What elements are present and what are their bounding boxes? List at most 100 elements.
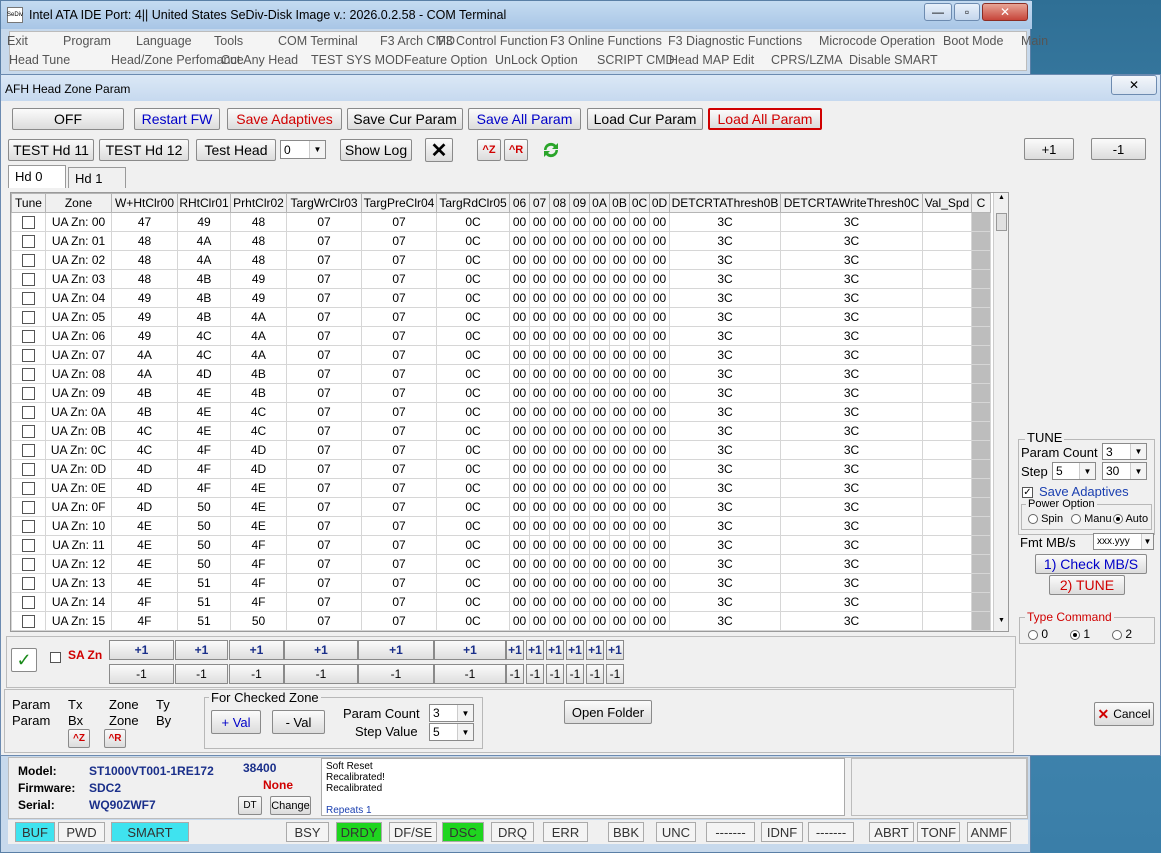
param-cell[interactable]: 4E — [177, 421, 231, 441]
param-cell[interactable]: 00 — [629, 231, 650, 251]
param-cell[interactable]: 07 — [286, 459, 362, 479]
bottom-ctrl-r-button[interactable]: ^R — [104, 729, 126, 748]
dialog-close-button[interactable]: ✕ — [1111, 75, 1157, 95]
param-cell[interactable]: 07 — [286, 478, 362, 498]
param-cell[interactable]: 0C — [436, 326, 510, 346]
param-cell[interactable]: 07 — [286, 288, 362, 308]
param-cell[interactable]: 00 — [569, 478, 590, 498]
param-cell[interactable]: 47 — [111, 212, 178, 232]
tune-checkbox[interactable] — [11, 345, 46, 365]
param-cell[interactable]: 00 — [649, 554, 670, 574]
zone-cell[interactable]: UA Zn: 0B — [45, 421, 112, 441]
column-header[interactable]: TargWrClr03 — [286, 193, 362, 213]
param-cell[interactable]: 3C — [780, 269, 923, 289]
val-spd-cell[interactable] — [922, 212, 972, 232]
val-spd-cell[interactable] — [922, 535, 972, 555]
param-cell[interactable]: 3C — [669, 288, 781, 308]
col-plus-button[interactable]: +1 — [434, 640, 506, 660]
param-cell[interactable]: 07 — [286, 250, 362, 270]
table-row[interactable]: UA Zn: 03 48 4B 49 07 07 0C 00 00 00 00 00 00 00 00 3C 3… — [11, 269, 991, 289]
param-cell[interactable]: 00 — [549, 269, 570, 289]
menu-item[interactable]: Head MAP Edit — [669, 53, 754, 67]
param-cell[interactable]: 3C — [669, 592, 781, 612]
param-cell[interactable]: 00 — [509, 250, 530, 270]
param-cell[interactable]: 4B — [177, 307, 231, 327]
param-cell[interactable]: 00 — [649, 364, 670, 384]
col-plus-button[interactable]: +1 — [586, 640, 604, 660]
param-cell[interactable]: 3C — [669, 535, 781, 555]
param-cell[interactable]: 4E — [177, 383, 231, 403]
table-row[interactable]: UA Zn: 02 48 4A 48 07 07 0C 00 00 00 00 00 00 00 00 3C 3… — [11, 250, 991, 270]
param-cell[interactable]: 07 — [286, 497, 362, 517]
param-cell[interactable]: 4F — [230, 573, 287, 593]
param-cell[interactable]: 00 — [529, 554, 550, 574]
param-cell[interactable]: 3C — [669, 326, 781, 346]
param-cell[interactable]: 07 — [286, 269, 362, 289]
param-cell[interactable]: 48 — [111, 231, 178, 251]
col-minus-button[interactable]: -1 — [546, 664, 564, 684]
param-cell[interactable]: 00 — [589, 592, 610, 612]
param-cell[interactable]: 07 — [361, 440, 437, 460]
param-cell[interactable]: 00 — [529, 592, 550, 612]
param-cell[interactable]: 4B — [111, 383, 178, 403]
show-log-button[interactable]: Show Log — [340, 139, 412, 161]
param-cell[interactable]: 00 — [529, 497, 550, 517]
param-cell[interactable]: 00 — [549, 212, 570, 232]
param-cell[interactable]: 3C — [669, 364, 781, 384]
param-cell[interactable]: 48 — [230, 250, 287, 270]
param-cell[interactable]: 00 — [569, 383, 590, 403]
param-cell[interactable]: 00 — [589, 421, 610, 441]
save-cur-param-button[interactable]: Save Cur Param — [347, 108, 463, 130]
col-plus-button[interactable]: +1 — [526, 640, 544, 660]
param-cell[interactable]: 00 — [549, 611, 570, 631]
open-folder-button[interactable]: Open Folder — [564, 700, 652, 724]
val-spd-cell[interactable] — [922, 554, 972, 574]
maximize-button[interactable]: ▫ — [954, 3, 980, 21]
param-cell[interactable]: 00 — [509, 364, 530, 384]
column-header[interactable]: TargRdClr05 — [436, 193, 510, 213]
param-cell[interactable]: 0C — [436, 288, 510, 308]
type-cmd-1-radio[interactable]: 1 — [1070, 627, 1090, 641]
param-cell[interactable]: 07 — [286, 611, 362, 631]
menu-item[interactable]: F3 Control Function — [438, 34, 548, 48]
tune-checkbox[interactable] — [11, 269, 46, 289]
param-cell[interactable]: 00 — [509, 592, 530, 612]
table-row[interactable]: UA Zn: 14 4F 51 4F 07 07 0C 00 00 00 00 00 00 00 00 3C 3… — [11, 592, 991, 612]
param-cell[interactable]: 4B — [177, 269, 231, 289]
param-cell[interactable]: 0C — [436, 402, 510, 422]
param-cell[interactable]: 00 — [509, 497, 530, 517]
head-select[interactable]: 0 ▼ — [280, 140, 326, 159]
param-cell[interactable]: 00 — [629, 383, 650, 403]
param-cell[interactable]: 00 — [589, 326, 610, 346]
menu-item[interactable]: F3 Online Functions — [550, 34, 662, 48]
tab-hd0[interactable]: Hd 0 — [8, 165, 66, 188]
col-plus-button[interactable]: +1 — [506, 640, 524, 660]
param-cell[interactable]: 51 — [177, 611, 231, 631]
param-cell[interactable]: 00 — [649, 383, 670, 403]
param-cell[interactable]: 4A — [177, 250, 231, 270]
param-cell[interactable]: 07 — [286, 592, 362, 612]
bottom-ctrl-z-button[interactable]: ^Z — [68, 729, 90, 748]
param-cell[interactable]: 50 — [177, 497, 231, 517]
param-cell[interactable]: 50 — [230, 611, 287, 631]
param-cell[interactable]: 4D — [111, 497, 178, 517]
test-hd12-button[interactable]: TEST Hd 12 — [99, 139, 189, 161]
zone-cell[interactable]: UA Zn: 08 — [45, 364, 112, 384]
param-cell[interactable]: 07 — [361, 478, 437, 498]
save-adaptives-button[interactable]: Save Adaptives — [227, 108, 342, 130]
val-spd-cell[interactable] — [922, 383, 972, 403]
param-cell[interactable]: 00 — [509, 478, 530, 498]
param-cell[interactable]: 00 — [629, 516, 650, 536]
column-header[interactable]: PrhtClr02 — [230, 193, 287, 213]
menu-item[interactable]: Main — [1021, 34, 1048, 48]
param-cell[interactable]: 00 — [589, 212, 610, 232]
param-cell[interactable]: 00 — [609, 288, 630, 308]
param-cell[interactable]: 49 — [230, 269, 287, 289]
param-cell[interactable]: 00 — [609, 364, 630, 384]
param-cell[interactable]: 00 — [529, 307, 550, 327]
param-cell[interactable]: 00 — [509, 402, 530, 422]
param-cell[interactable]: 4D — [177, 364, 231, 384]
param-cell[interactable]: 3C — [780, 402, 923, 422]
val-spd-cell[interactable] — [922, 421, 972, 441]
param-cell[interactable]: 00 — [529, 573, 550, 593]
